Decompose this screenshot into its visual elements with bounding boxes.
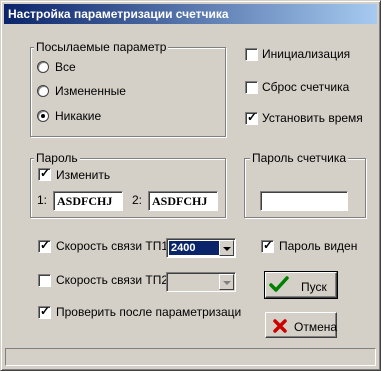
close-icon [273,319,287,333]
chevron-down-icon[interactable] [219,274,234,290]
password-visible-label: Пароль виден [279,239,358,253]
meter-password-legend: Пароль счетчика [250,151,349,165]
radio-changed[interactable] [37,85,49,97]
password-visible-checkbox[interactable]: ✓ [261,238,274,253]
radio-none-label: Никакие [55,109,102,123]
radio-none[interactable] [37,110,49,122]
status-bar [5,348,376,366]
verify-label: Проверить после параметризаци [56,305,242,319]
send-params-legend: Посылаемые параметр [34,40,169,54]
link1-label: Скорость связи ТП1 [56,239,169,253]
link2-checkbox[interactable] [38,274,51,287]
change-password-label: Изменить [56,168,111,182]
verify-checkbox[interactable]: ✓ [38,304,51,319]
link1-checkbox[interactable]: ✓ [38,238,51,253]
check-mark-icon: ✓ [263,238,274,252]
check-mark-icon: ✓ [247,110,258,124]
window-title: Настройка параметризации счетчика [8,7,229,21]
title-bar[interactable]: Настройка параметризации счетчика [4,4,377,24]
password1-label: 1: [37,193,48,207]
check-mark-icon: ✓ [40,238,51,252]
change-password-checkbox[interactable]: ✓ [38,166,51,181]
link2-speed-select[interactable] [166,272,236,292]
start-button-label: Пуск [301,280,327,294]
link2-label: Скорость связи ТП2 [56,273,169,287]
check-mark-icon: ✓ [40,304,51,318]
cancel-button[interactable]: Отмена [265,312,337,338]
settime-label: Установить время [262,111,363,125]
password-legend: Пароль [34,151,80,165]
radio-selected-dot [41,114,45,118]
password2-label: 2: [132,193,143,207]
reset-checkbox[interactable] [245,81,258,94]
radio-all[interactable] [37,61,49,73]
checkmark-icon [269,276,289,292]
reset-label: Сброс счетчика [262,80,350,94]
password2-field[interactable]: ASDFCHJ [148,191,218,211]
radio-changed-label: Измененные [55,84,126,98]
meter-password-field[interactable] [260,191,348,211]
init-label: Инициализация [262,47,351,61]
start-button[interactable]: Пуск [264,271,338,299]
link1-speed-select[interactable]: 2400 [166,238,236,258]
password1-field[interactable]: ASDFCHJ [53,191,123,211]
settime-checkbox[interactable]: ✓ [245,110,258,125]
init-checkbox[interactable] [245,48,258,61]
cancel-button-label: Отмена [294,320,338,334]
radio-all-label: Все [55,60,76,74]
chevron-down-icon[interactable] [219,240,234,256]
dialog-window: Настройка параметризации счетчика Посыла… [0,0,381,371]
check-mark-icon: ✓ [40,166,51,180]
